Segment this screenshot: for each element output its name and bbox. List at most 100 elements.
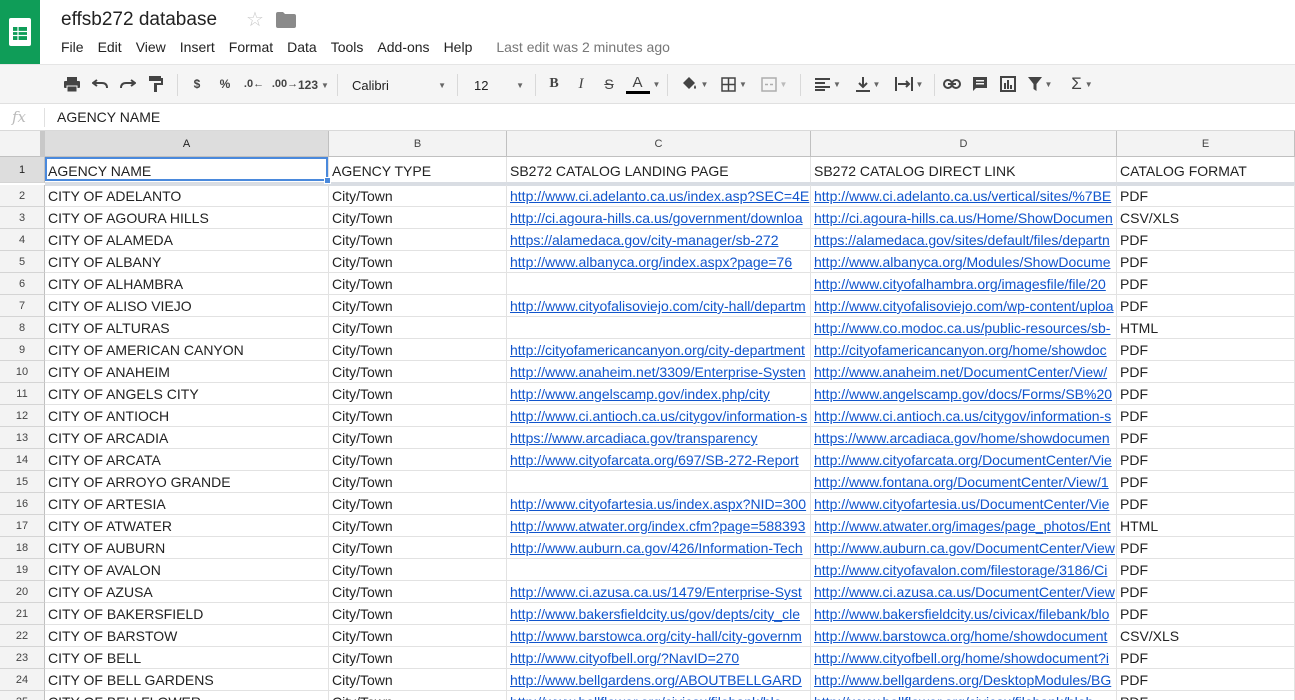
cell-b19[interactable]: City/Town bbox=[329, 559, 507, 581]
folder-icon[interactable] bbox=[276, 12, 296, 33]
cell-c24[interactable]: http://www.bellgardens.org/ABOUTBELLGARD bbox=[507, 669, 811, 691]
menu-addons[interactable]: Add-ons bbox=[377, 39, 429, 55]
cell-a10[interactable]: CITY OF ANAHEIM bbox=[45, 361, 329, 383]
increase-decimal-button[interactable]: .00→ bbox=[270, 65, 300, 103]
cell-d2[interactable]: http://www.ci.adelanto.ca.us/vertical/si… bbox=[811, 185, 1117, 207]
cell-d13[interactable]: https://www.arcadiaca.gov/home/showdocum… bbox=[811, 427, 1117, 449]
decrease-decimal-button[interactable]: .0← bbox=[240, 65, 268, 103]
cell-e11[interactable]: PDF bbox=[1117, 383, 1295, 405]
cell-c20[interactable]: http://www.ci.azusa.ca.us/1479/Enterpris… bbox=[507, 581, 811, 603]
borders-button[interactable]: ▼ bbox=[716, 65, 752, 103]
cell-a11[interactable]: CITY OF ANGELS CITY bbox=[45, 383, 329, 405]
cell-d1[interactable]: SB272 CATALOG DIRECT LINK bbox=[811, 157, 1117, 183]
cell-d3[interactable]: http://ci.agoura-hills.ca.us/Home/ShowDo… bbox=[811, 207, 1117, 229]
cell-e14[interactable]: PDF bbox=[1117, 449, 1295, 471]
cell-a21[interactable]: CITY OF BAKERSFIELD bbox=[45, 603, 329, 625]
column-header-a[interactable]: A bbox=[45, 131, 329, 157]
cell-b23[interactable]: City/Town bbox=[329, 647, 507, 669]
cell-a22[interactable]: CITY OF BARSTOW bbox=[45, 625, 329, 647]
bold-button[interactable]: B bbox=[543, 65, 565, 103]
cell-e6[interactable]: PDF bbox=[1117, 273, 1295, 295]
cell-d20[interactable]: http://www.ci.azusa.ca.us/DocumentCenter… bbox=[811, 581, 1117, 603]
row-header-18[interactable]: 18 bbox=[0, 537, 45, 559]
cell-c17[interactable]: http://www.atwater.org/index.cfm?page=58… bbox=[507, 515, 811, 537]
cell-b6[interactable]: City/Town bbox=[329, 273, 507, 295]
row-header-10[interactable]: 10 bbox=[0, 361, 45, 383]
select-all-corner[interactable] bbox=[0, 131, 45, 157]
cell-c1[interactable]: SB272 CATALOG LANDING PAGE bbox=[507, 157, 811, 183]
cell-c9[interactable]: http://cityofamericancanyon.org/city-dep… bbox=[507, 339, 811, 361]
column-header-d[interactable]: D bbox=[811, 131, 1117, 157]
column-header-e[interactable]: E bbox=[1117, 131, 1295, 157]
cell-b9[interactable]: City/Town bbox=[329, 339, 507, 361]
cell-a14[interactable]: CITY OF ARCATA bbox=[45, 449, 329, 471]
cell-e13[interactable]: PDF bbox=[1117, 427, 1295, 449]
cell-e15[interactable]: PDF bbox=[1117, 471, 1295, 493]
cell-b25[interactable]: City/Town bbox=[329, 691, 507, 700]
cell-d15[interactable]: http://www.fontana.org/DocumentCenter/Vi… bbox=[811, 471, 1117, 493]
cell-a23[interactable]: CITY OF BELL bbox=[45, 647, 329, 669]
row-header-6[interactable]: 6 bbox=[0, 273, 45, 295]
cell-b16[interactable]: City/Town bbox=[329, 493, 507, 515]
row-header-8[interactable]: 8 bbox=[0, 317, 45, 339]
cell-b8[interactable]: City/Town bbox=[329, 317, 507, 339]
merge-cells-button[interactable]: ▼ bbox=[756, 65, 792, 103]
cell-c11[interactable]: http://www.angelscamp.gov/index.php/city bbox=[507, 383, 811, 405]
filter-button[interactable]: ▼ bbox=[1024, 65, 1056, 103]
cell-c6[interactable] bbox=[507, 273, 811, 295]
cell-d21[interactable]: http://www.bakersfieldcity.us/civicax/fi… bbox=[811, 603, 1117, 625]
star-icon[interactable]: ☆ bbox=[246, 9, 264, 31]
column-header-c[interactable]: C bbox=[507, 131, 811, 157]
cell-b20[interactable]: City/Town bbox=[329, 581, 507, 603]
row-header-9[interactable]: 9 bbox=[0, 339, 45, 361]
menu-view[interactable]: View bbox=[136, 39, 166, 55]
cell-e9[interactable]: PDF bbox=[1117, 339, 1295, 361]
cell-a25[interactable]: CITY OF BELLFLOWER bbox=[45, 691, 329, 700]
cell-a13[interactable]: CITY OF ARCADIA bbox=[45, 427, 329, 449]
row-header-1[interactable]: 1 bbox=[0, 157, 45, 183]
cell-c4[interactable]: https://alamedaca.gov/city-manager/sb-27… bbox=[507, 229, 811, 251]
cell-d25[interactable]: http://www.bellflower.org/civicax/fileba… bbox=[811, 691, 1117, 700]
cell-c12[interactable]: http://www.ci.antioch.ca.us/citygov/info… bbox=[507, 405, 811, 427]
print-icon[interactable] bbox=[60, 65, 84, 103]
cell-b1[interactable]: AGENCY TYPE bbox=[329, 157, 507, 183]
cell-b17[interactable]: City/Town bbox=[329, 515, 507, 537]
cell-a8[interactable]: CITY OF ALTURAS bbox=[45, 317, 329, 339]
cell-c13[interactable]: https://www.arcadiaca.gov/transparency bbox=[507, 427, 811, 449]
cell-d11[interactable]: http://www.angelscamp.gov/docs/Forms/SB%… bbox=[811, 383, 1117, 405]
cell-e24[interactable]: PDF bbox=[1117, 669, 1295, 691]
undo-icon[interactable] bbox=[88, 65, 112, 103]
row-header-2[interactable]: 2 bbox=[0, 185, 45, 207]
menu-format[interactable]: Format bbox=[229, 39, 273, 55]
vertical-align-button[interactable]: ▼ bbox=[850, 65, 886, 103]
cell-a16[interactable]: CITY OF ARTESIA bbox=[45, 493, 329, 515]
cell-a18[interactable]: CITY OF AUBURN bbox=[45, 537, 329, 559]
last-edit-status[interactable]: Last edit was 2 minutes ago bbox=[496, 39, 670, 55]
cell-c21[interactable]: http://www.bakersfieldcity.us/gov/depts/… bbox=[507, 603, 811, 625]
cell-d17[interactable]: http://www.atwater.org/images/page_photo… bbox=[811, 515, 1117, 537]
sheets-logo-icon[interactable] bbox=[0, 0, 40, 64]
row-header-24[interactable]: 24 bbox=[0, 669, 45, 691]
cell-e3[interactable]: CSV/XLS bbox=[1117, 207, 1295, 229]
cell-b15[interactable]: City/Town bbox=[329, 471, 507, 493]
cell-c19[interactable] bbox=[507, 559, 811, 581]
cell-c10[interactable]: http://www.anaheim.net/3309/Enterprise-S… bbox=[507, 361, 811, 383]
cell-e4[interactable]: PDF bbox=[1117, 229, 1295, 251]
document-title[interactable]: effsb272 database bbox=[61, 9, 217, 31]
row-header-23[interactable]: 23 bbox=[0, 647, 45, 669]
cell-e8[interactable]: HTML bbox=[1117, 317, 1295, 339]
cell-c22[interactable]: http://www.barstowca.org/city-hall/city-… bbox=[507, 625, 811, 647]
menu-file[interactable]: File bbox=[61, 39, 84, 55]
insert-comment-icon[interactable] bbox=[968, 65, 992, 103]
row-header-11[interactable]: 11 bbox=[0, 383, 45, 405]
insert-chart-icon[interactable] bbox=[996, 65, 1020, 103]
row-header-13[interactable]: 13 bbox=[0, 427, 45, 449]
cell-d6[interactable]: http://www.cityofalhambra.org/imagesfile… bbox=[811, 273, 1117, 295]
cell-e2[interactable]: PDF bbox=[1117, 185, 1295, 207]
insert-link-icon[interactable] bbox=[940, 65, 964, 103]
formula-input[interactable]: AGENCY NAME bbox=[57, 109, 160, 125]
paint-format-icon[interactable] bbox=[144, 65, 168, 103]
cell-a9[interactable]: CITY OF AMERICAN CANYON bbox=[45, 339, 329, 361]
cell-a6[interactable]: CITY OF ALHAMBRA bbox=[45, 273, 329, 295]
cell-a5[interactable]: CITY OF ALBANY bbox=[45, 251, 329, 273]
